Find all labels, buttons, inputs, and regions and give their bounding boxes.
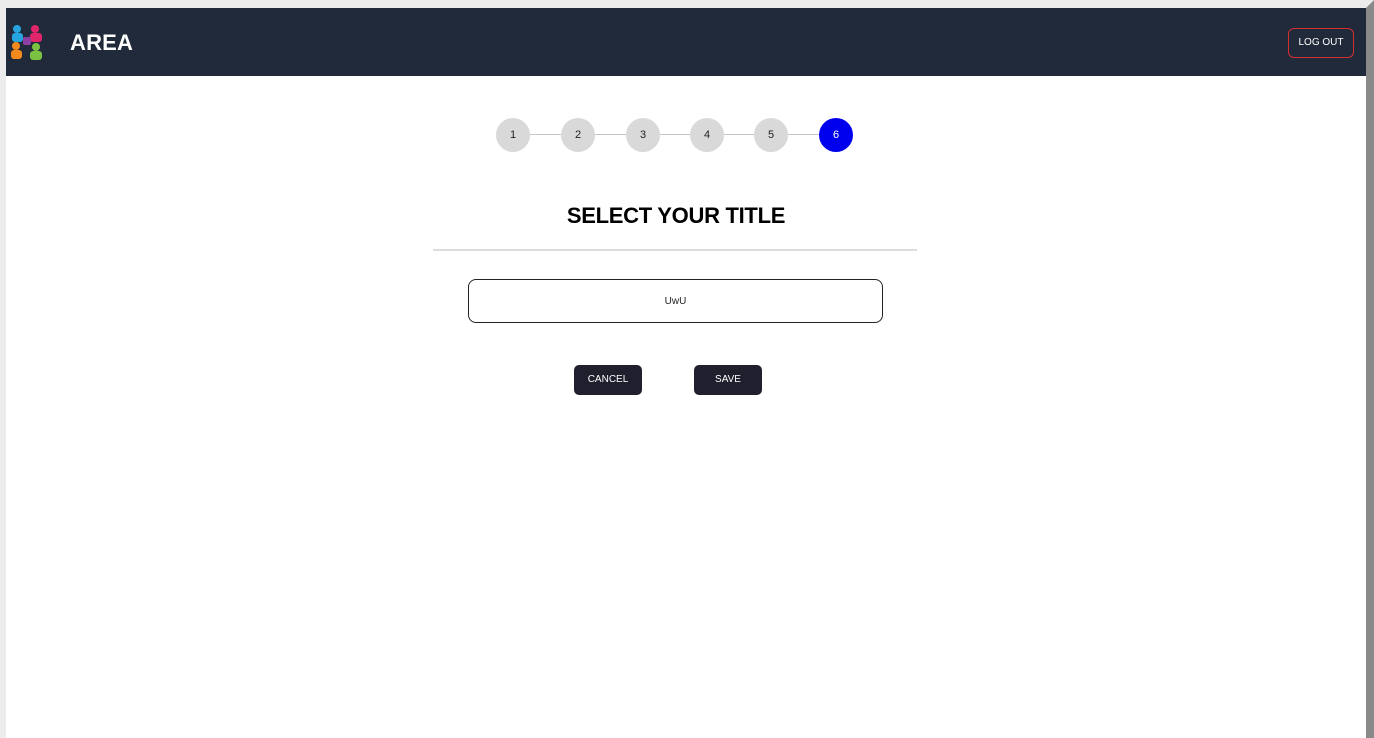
step-2[interactable]: 2 xyxy=(561,118,595,152)
top-navbar: AREA LOG OUT xyxy=(6,8,1366,76)
puzzle-people-logo-icon xyxy=(11,25,42,60)
step-4[interactable]: 4 xyxy=(690,118,724,152)
step-5[interactable]: 5 xyxy=(754,118,788,152)
app-window: AREA LOG OUT 1 2 3 4 5 6 SELECT YOUR TIT… xyxy=(0,0,1374,738)
title-input[interactable] xyxy=(468,279,883,323)
step-progress: 1 2 3 4 5 6 xyxy=(496,118,856,152)
step-6-active[interactable]: 6 xyxy=(819,118,853,152)
save-button[interactable]: SAVE xyxy=(694,365,762,395)
step-1[interactable]: 1 xyxy=(496,118,530,152)
title-divider xyxy=(433,249,917,251)
step-3[interactable]: 3 xyxy=(626,118,660,152)
app-title: AREA xyxy=(70,30,134,55)
page-title: SELECT YOUR TITLE xyxy=(566,203,786,228)
cancel-button[interactable]: CANCEL xyxy=(574,365,642,395)
logout-button[interactable]: LOG OUT xyxy=(1288,28,1354,58)
